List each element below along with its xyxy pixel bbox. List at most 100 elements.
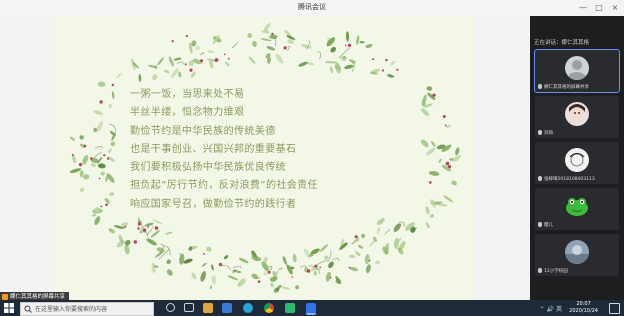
leaf-shape (438, 158, 442, 163)
participant-name: 11小学校园 (544, 269, 568, 274)
berry-dot (187, 260, 190, 263)
berry-dot (133, 240, 137, 244)
task-view-icon[interactable] (166, 303, 175, 312)
leaf-shape (201, 262, 207, 267)
berry-dot (444, 124, 447, 127)
windows-start-icon[interactable] (4, 303, 14, 313)
leaf-shape (365, 264, 371, 274)
stem-line (231, 42, 238, 49)
leaf-shape (209, 285, 213, 290)
maximize-button[interactable]: □ (592, 1, 606, 14)
berry-dot (447, 165, 452, 169)
participant-name: 娜仁其其格的屏幕共享 (544, 85, 589, 90)
berry-dot (385, 58, 388, 62)
leaf-shape (349, 254, 356, 258)
berry-dot (142, 228, 147, 232)
leaf-shape (195, 45, 200, 51)
notification-icon[interactable] (609, 303, 620, 314)
leaf-shape (359, 40, 365, 44)
berry-dot (283, 46, 287, 50)
search-placeholder: 在这里输入你要搜索的内容 (35, 306, 108, 313)
system-tray[interactable]: ⌃ 🔊 英 (540, 304, 562, 313)
store-icon[interactable] (222, 303, 232, 313)
leaf-shape (211, 275, 217, 285)
leaf-shape (325, 60, 337, 64)
leaf-shape (93, 110, 103, 116)
leaf-shape (429, 214, 435, 218)
leaf-shape (421, 94, 427, 106)
leaf-shape (164, 70, 170, 73)
participant-tile[interactable]: 娜仁其其格的屏幕共享 (534, 49, 620, 93)
poem-line: 响应国家号召，做勤俭节约的践行者 (130, 198, 297, 210)
berry-dot (306, 269, 311, 273)
stem-line (232, 265, 242, 269)
leaf-shape (330, 46, 336, 53)
berry-dot (227, 57, 230, 60)
close-button[interactable]: × (608, 1, 622, 14)
berry-dot (234, 269, 236, 272)
leaf-shape (421, 108, 430, 117)
berry-dot (223, 53, 226, 56)
participant-tile[interactable]: 11小学校园 (535, 234, 619, 276)
berry-dot (368, 259, 371, 262)
poem-line: 勤俭节约是中华民族的传统美德 (130, 125, 276, 137)
taskbar-clock[interactable]: 20:07 2020/10/24 (569, 301, 598, 315)
search-icon (24, 305, 32, 313)
leaf-shape (390, 60, 395, 66)
berry-dot (184, 63, 187, 66)
leaf-shape (393, 223, 402, 232)
leaf-shape (355, 251, 361, 256)
stem-line (317, 51, 321, 60)
leaf-shape (426, 86, 433, 91)
leaf-shape (225, 61, 230, 67)
participant-tile[interactable]: 樱儿 (535, 188, 619, 230)
leaf-shape (238, 257, 249, 264)
leaf-shape (173, 57, 182, 61)
leaf-shape (248, 56, 256, 64)
stem-line (93, 151, 103, 159)
stem-line (327, 250, 332, 262)
stem-line (278, 267, 283, 271)
stem-line (384, 229, 391, 235)
leaf-shape (108, 228, 116, 234)
berry-dot (445, 161, 450, 166)
chrome-icon[interactable] (264, 303, 274, 313)
leaf-shape (376, 218, 385, 225)
leaf-shape (90, 163, 96, 167)
tencent-meeting-icon[interactable] (306, 303, 316, 315)
minimize-button[interactable]: — (576, 1, 590, 14)
leaf-shape (443, 195, 454, 203)
leaf-shape (168, 56, 174, 67)
leaf-shape (110, 130, 116, 136)
berry-dot (111, 83, 114, 87)
leaf-shape (455, 147, 460, 156)
leaf-shape (295, 285, 300, 290)
leaf-shape (107, 148, 113, 154)
participant-tile[interactable]: 张梓晴2018108403113 (535, 142, 619, 184)
berry-dot (171, 40, 174, 43)
edge-icon[interactable] (243, 303, 253, 313)
taskbar-search-box[interactable]: 在这里输入你要搜索的内容 (20, 302, 154, 316)
clock-time: 20:07 (576, 301, 591, 307)
berry-dot (137, 227, 140, 230)
green-app-icon[interactable] (285, 303, 295, 313)
leaf-shape (111, 91, 115, 100)
file-explorer-icon[interactable] (184, 303, 194, 312)
leaf-shape (361, 233, 366, 238)
leaf-shape (157, 57, 164, 66)
leaf-shape (426, 147, 436, 155)
berry-dot (107, 157, 110, 160)
poem-line: 也是干事创业、兴国兴邦的重要基石 (130, 143, 297, 155)
leaf-shape (151, 262, 156, 273)
leaf-shape (375, 260, 380, 265)
leaf-shape (303, 248, 311, 259)
berry-dot (78, 163, 83, 167)
poem-line: 担负起“厉行节约，反对浪费”的社会责任 (130, 180, 318, 192)
leaf-shape (146, 238, 157, 246)
stem-line (317, 260, 328, 265)
participant-tile[interactable]: 刘琦 (535, 96, 619, 138)
leaf-shape (357, 244, 364, 249)
stem-line (139, 231, 149, 237)
leaf-shape (83, 174, 90, 180)
folder-icon[interactable] (203, 303, 213, 313)
